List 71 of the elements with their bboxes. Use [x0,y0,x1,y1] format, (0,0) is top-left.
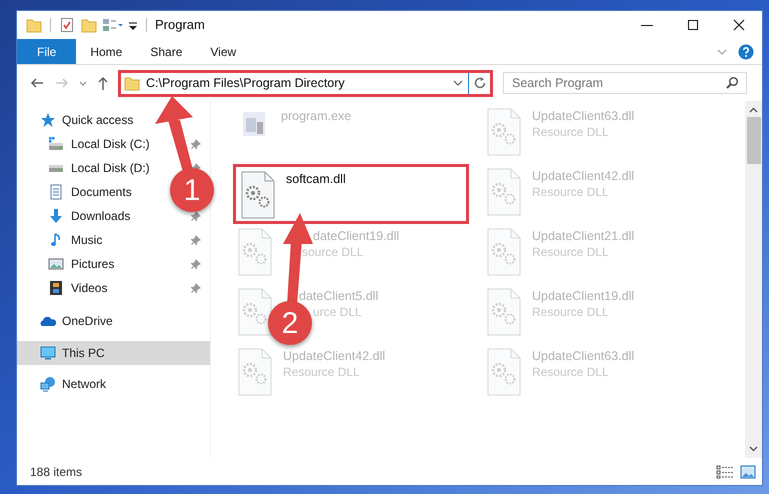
sidebar-label: Quick access [62,112,134,129]
up-arrow-icon[interactable] [96,75,110,91]
sidebar-label: Downloads [71,208,130,225]
gear-file-icon [486,168,522,216]
large-icons-view-icon[interactable] [740,464,756,478]
sidebar-label: Music [71,232,102,249]
image-icon [48,256,64,272]
pin-icon[interactable] [191,235,201,245]
ribbon-tab[interactable]: File [17,39,76,64]
drive-icon [48,164,64,172]
address-path: C:\Program Files\Program Directory [146,74,345,92]
maximize-icon [685,17,701,33]
properties-icon[interactable] [59,17,75,33]
pin-icon[interactable] [191,211,201,221]
sidebar-item[interactable]: OneDrive [17,309,210,333]
item-count: 188 items [30,464,82,480]
ribbon-tab[interactable]: Home [76,39,136,64]
sidebar-label: Documents [71,184,132,201]
sidebar-label: OneDrive [62,313,113,330]
sidebar-item[interactable]: Music [48,228,102,252]
gear-file-icon [237,348,273,396]
search-field[interactable]: Search Program [503,72,747,94]
ribbon-tab[interactable]: View [196,39,250,64]
network-icon [40,376,56,392]
gear-file-icon [486,288,522,336]
gear-file-icon [486,348,522,396]
sidebar-item[interactable]: Videos [48,276,108,300]
scroll-down-icon[interactable] [749,446,758,452]
sidebar-label: Videos [71,280,108,297]
folder-icon [124,75,140,91]
drive-icon [48,136,64,152]
search-icon [725,76,739,90]
sidebar-label: This PC [62,345,105,362]
gear-file-icon [486,108,522,156]
sidebar-item[interactable]: This PC [17,341,210,365]
ribbon-tab[interactable]: Share [136,39,196,64]
sidebar-label: Local Disk (C:) [71,136,150,153]
close-icon [731,17,747,33]
sidebar-item[interactable]: Pictures [48,252,114,276]
film-strip-icon [48,280,64,296]
scrollbar[interactable] [745,101,762,458]
document-icon [48,184,64,200]
pin-icon[interactable] [191,259,201,269]
sidebar-label: Pictures [71,256,114,273]
window-title: Program [155,16,205,34]
help-icon[interactable] [738,44,754,60]
pin-icon[interactable] [191,139,201,149]
sidebar-item[interactable]: Documents [48,180,132,204]
file-item[interactable]: softcam.dll [233,164,469,224]
sidebar-item[interactable]: Local Disk (C:) [48,132,150,156]
download-arrow-icon [48,208,64,224]
sidebar-item[interactable]: Local Disk (D:) [48,156,150,180]
sidebar-item[interactable]: Downloads [48,204,130,228]
refresh-icon[interactable] [472,76,486,90]
sidebar-item[interactable]: Quick access [17,108,210,132]
gear-file-icon [237,288,273,336]
minimize-icon [641,24,653,26]
gear-file-icon [486,228,522,276]
gear-file-icon [240,171,276,219]
star-icon [40,112,56,128]
sidebar-label: Network [62,376,106,393]
details-view-icon[interactable] [716,464,734,478]
sidebar-item[interactable]: Network [17,372,210,396]
scrollbar-thumb[interactable] [746,117,760,164]
scroll-up-icon[interactable] [749,107,758,113]
monitor-icon [40,345,56,361]
sidebar-label: Local Disk (D:) [71,160,150,177]
address-bar[interactable]: C:\Program Files\Program Directory [118,70,493,96]
file-name: softcam.dll [286,171,346,187]
pin-icon[interactable] [191,283,201,293]
gear-file-icon [237,228,273,276]
